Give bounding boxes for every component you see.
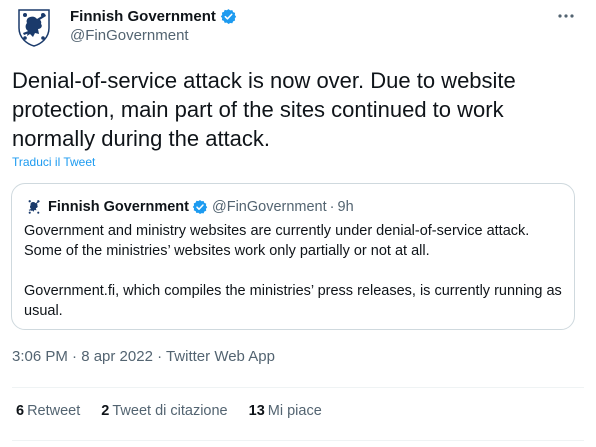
quoted-paragraph: Government and ministry websites are cur… [24, 223, 530, 259]
finnish-coat-of-arms-icon [18, 9, 50, 47]
stat-label: Tweet di citazione [112, 403, 228, 419]
quoted-author-name: Finnish Government [48, 199, 189, 215]
author-handle[interactable]: @FinGovernment [70, 27, 237, 44]
verified-badge-icon [220, 8, 237, 24]
quoted-tweet-text: Government and ministry websites are cur… [24, 221, 564, 321]
author-block: Finnish Government @FinGovernment [70, 6, 237, 44]
verified-badge-icon [192, 200, 208, 214]
quoted-tweet-header: Finnish Government @FinGovernment · 9h [24, 197, 354, 217]
tweet-meta[interactable]: 3:06 PM · 8 apr 2022 · Twitter Web App [12, 348, 275, 365]
quoted-timestamp: 9h [337, 199, 354, 215]
more-horizontal-icon [558, 14, 574, 18]
tweet-text: Denial-of-service attack is now over. Du… [12, 68, 516, 151]
author-name[interactable]: Finnish Government [70, 8, 216, 25]
divider [12, 440, 584, 441]
quoted-paragraph: Government.fi, which compiles the minist… [24, 283, 562, 319]
engagement-stats: 6 Retweet 2 Tweet di citazione 13 Mi piace [16, 403, 343, 419]
quoted-author-handle: @FinGovernment [212, 199, 327, 215]
avatar[interactable] [13, 6, 55, 48]
stat-count: 13 [248, 403, 265, 419]
more-button[interactable] [554, 4, 578, 28]
quoted-separator: · [329, 199, 335, 215]
stat-count: 6 [16, 403, 25, 419]
stat-quote-tweets[interactable]: 2 Tweet di citazione [101, 403, 227, 419]
stat-retweets[interactable]: 6 Retweet [16, 403, 80, 419]
stat-label: Retweet [27, 403, 81, 419]
author-name-row: Finnish Government [70, 6, 237, 26]
stat-likes[interactable]: 13 Mi piace [249, 403, 322, 419]
tweet: Finnish Government @FinGovernment Denial… [0, 0, 596, 447]
quoted-tweet[interactable]: Finnish Government @FinGovernment · 9h G… [11, 183, 575, 330]
translate-link[interactable]: Traduci il Tweet [12, 155, 95, 169]
divider [12, 387, 584, 388]
stat-count: 2 [101, 403, 110, 419]
stat-label: Mi piace [267, 403, 322, 419]
finnish-coat-of-arms-icon [28, 200, 40, 214]
